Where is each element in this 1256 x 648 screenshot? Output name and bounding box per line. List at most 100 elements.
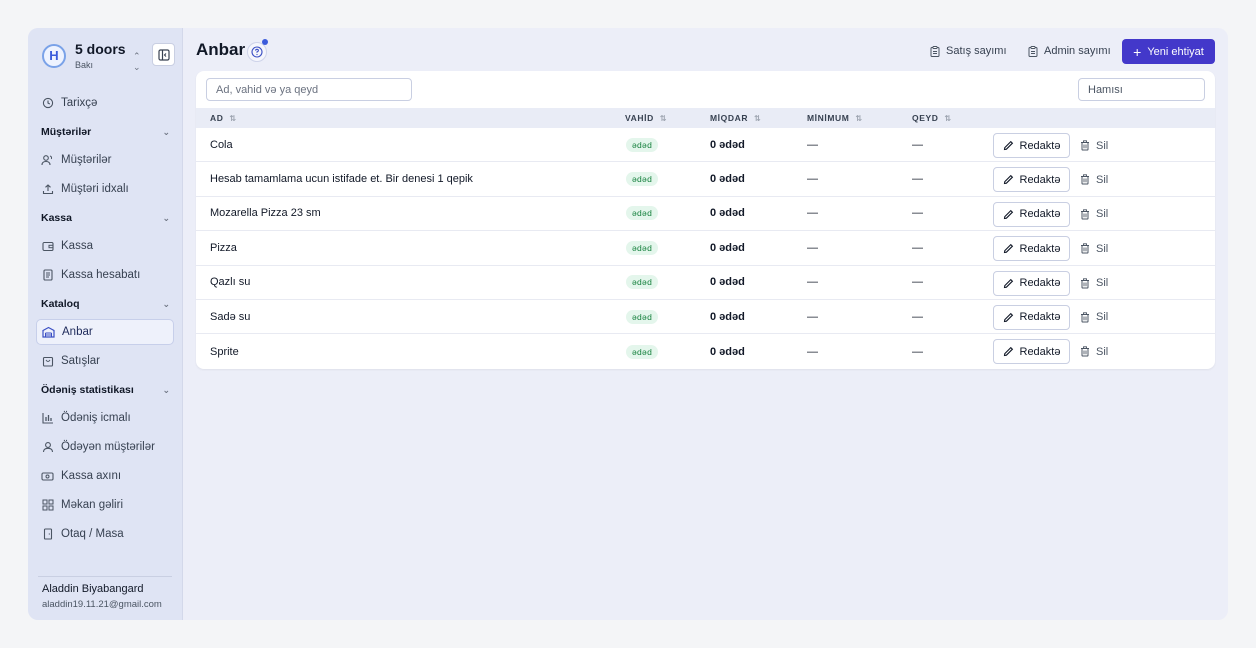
delete-label: Sil — [1096, 242, 1109, 255]
upload-icon — [41, 183, 54, 196]
wallet-icon — [41, 240, 54, 253]
column-header-unit[interactable]: VAHİD ⇅ — [625, 108, 667, 128]
collapse-sidebar-button[interactable] — [152, 43, 175, 66]
cell-minimum: — — [807, 207, 818, 220]
delete-button[interactable]: Sil — [1080, 339, 1108, 364]
sidebar-item-0[interactable]: Tarixçə — [36, 90, 174, 116]
chevron-down-icon: ⌄ — [162, 126, 170, 137]
admin-count-button[interactable]: Admin sayımı — [1028, 40, 1111, 62]
sidebar-group-1[interactable]: Müştərilər ⌄ — [36, 119, 174, 145]
sidebar-item-label: Müştərilər — [61, 154, 112, 166]
edit-button[interactable]: Redaktə — [993, 236, 1070, 262]
edit-label: Redaktə — [1019, 173, 1061, 186]
cell-unit: ədəd — [626, 162, 659, 195]
sidebar-item-label: Ödəyən müştərilər — [61, 441, 155, 453]
cell-note: — — [912, 138, 923, 151]
delete-label: Sil — [1096, 208, 1109, 221]
user-profile[interactable]: Aladdin Biyabangard aladdin19.11.21@gmai… — [38, 576, 172, 620]
sidebar-group-7[interactable]: Kataloq ⌄ — [36, 291, 174, 317]
table-header: AD ⇅ VAHİD ⇅ MİQDAR ⇅ MİNİMUM ⇅ QEYD ⇅ — [196, 108, 1215, 128]
sidebar-item-8[interactable]: Anbar — [36, 319, 174, 345]
new-stock-button[interactable]: + Yeni ehtiyat — [1122, 39, 1215, 64]
column-header-name[interactable]: AD ⇅ — [210, 108, 237, 128]
cell-minimum: — — [807, 276, 818, 289]
column-header-quantity[interactable]: MİQDAR ⇅ — [710, 108, 761, 128]
cell-note: — — [912, 241, 923, 254]
sidebar-item-15[interactable]: Otaq / Masa — [36, 521, 174, 547]
edit-button[interactable]: Redaktə — [993, 339, 1070, 365]
cell-name: Cola — [210, 138, 233, 151]
brand-city: Bakı — [75, 60, 94, 70]
sidebar-item-2[interactable]: Müştərilər — [36, 147, 174, 173]
trash-icon — [1080, 277, 1090, 289]
sidebar-item-label: Otaq / Masa — [61, 528, 124, 540]
sort-icon: ⇅ — [944, 113, 952, 123]
delete-label: Sil — [1096, 173, 1109, 186]
table-row: Qazlı su ədəd 0 ədəd — — Redaktə Sil — [196, 266, 1215, 300]
edit-button[interactable]: Redaktə — [993, 201, 1070, 227]
sidebar-item-11[interactable]: Ödəniş icmalı — [36, 405, 174, 431]
column-header-note[interactable]: QEYD ⇅ — [912, 108, 952, 128]
delete-label: Sil — [1096, 277, 1109, 290]
warehouse-icon — [42, 326, 55, 339]
help-button[interactable] — [247, 42, 267, 62]
search-input[interactable] — [206, 78, 412, 101]
edit-label: Redaktə — [1019, 139, 1061, 152]
main-content: Anbar Satış sayımı Admin sayımı + Yeni e… — [183, 28, 1228, 620]
cell-unit: ədəd — [626, 266, 659, 299]
admin-count-label: Admin sayımı — [1044, 45, 1111, 57]
inventory-table-card: Hamısı AD⇅ VAHİD⇅ MİQDAR⇅ MİNİMUM⇅ QEYD⇅… — [196, 71, 1215, 369]
clipboard-icon — [930, 45, 940, 57]
sidebar-item-label: Tarixçə — [61, 97, 98, 109]
sidebar-item-label: Ödəniş icmalı — [61, 412, 131, 424]
sort-icon: ⇅ — [659, 113, 668, 123]
table-row: Cola ədəd 0 ədəd — — Redaktə Sil — [196, 128, 1215, 163]
sidebar-item-14[interactable]: Məkan gəliri — [36, 492, 174, 518]
delete-button[interactable]: Sil — [1080, 133, 1108, 158]
sidebar-item-5[interactable]: Kassa — [36, 233, 174, 259]
table-row: Sadə su ədəd 0 ədəd — — Redaktə Sil — [196, 300, 1215, 335]
unit-badge: ədəd — [626, 206, 659, 221]
sidebar-item-12[interactable]: Ödəyən müştərilər — [36, 434, 174, 460]
filter-select[interactable]: Hamısı — [1078, 78, 1205, 101]
cell-minimum: — — [807, 138, 818, 151]
sidebar-group-4[interactable]: Kassa ⌄ — [36, 205, 174, 231]
table-row: Sprite ədəd 0 ədəd — — Redaktə Sil — [196, 334, 1215, 368]
trash-icon — [1080, 174, 1090, 185]
pencil-icon — [1003, 140, 1014, 151]
cell-name: Qazlı su — [210, 276, 251, 289]
delete-button[interactable]: Sil — [1080, 236, 1108, 261]
delete-button[interactable]: Sil — [1080, 305, 1108, 330]
delete-button[interactable]: Sil — [1080, 271, 1108, 296]
table-row: Pizza ədəd 0 ədəd — — Redaktə Sil — [196, 231, 1215, 266]
cash-icon — [41, 470, 54, 483]
sidebar-item-13[interactable]: Kassa axını — [36, 463, 174, 489]
unit-badge: ədəd — [626, 240, 659, 255]
clipboard-icon — [1028, 45, 1038, 57]
sidebar-item-9[interactable]: Satışlar — [36, 348, 174, 374]
sidebar-item-6[interactable]: Kassa hesabatı — [36, 262, 174, 288]
sidebar-item-3[interactable]: Müştəri idxalı — [36, 176, 174, 202]
table-row: Mozarella Pizza 23 sm ədəd 0 ədəd — — Redaktə… — [196, 197, 1215, 232]
edit-button[interactable]: Redaktə — [993, 133, 1070, 158]
cell-minimum: — — [807, 241, 818, 254]
cell-name: Sprite — [210, 345, 239, 358]
edit-button[interactable]: Redaktə — [993, 270, 1070, 296]
edit-button[interactable]: Redaktə — [993, 304, 1070, 330]
delete-button[interactable]: Sil — [1080, 167, 1108, 192]
column-header-minimum[interactable]: MİNİMUM ⇅ — [807, 108, 863, 128]
edit-button[interactable]: Redaktə — [993, 167, 1070, 193]
sidebar-group-10[interactable]: Ödəniş statistikası ⌄ — [36, 377, 174, 403]
user-name: Aladdin Biyabangard — [42, 583, 144, 595]
notification-dot — [262, 39, 268, 45]
sales-count-button[interactable]: Satış sayımı — [930, 40, 1007, 62]
edit-label: Redaktə — [1019, 345, 1061, 358]
delete-button[interactable]: Sil — [1080, 202, 1108, 227]
door-icon — [41, 528, 54, 541]
users-icon — [41, 154, 54, 167]
sort-icon: ⇅ — [754, 113, 762, 123]
unit-badge: ədəd — [626, 172, 659, 187]
history-icon — [41, 97, 54, 110]
sort-icon: ⇅ — [229, 113, 237, 123]
cell-unit: ədəd — [626, 334, 659, 368]
